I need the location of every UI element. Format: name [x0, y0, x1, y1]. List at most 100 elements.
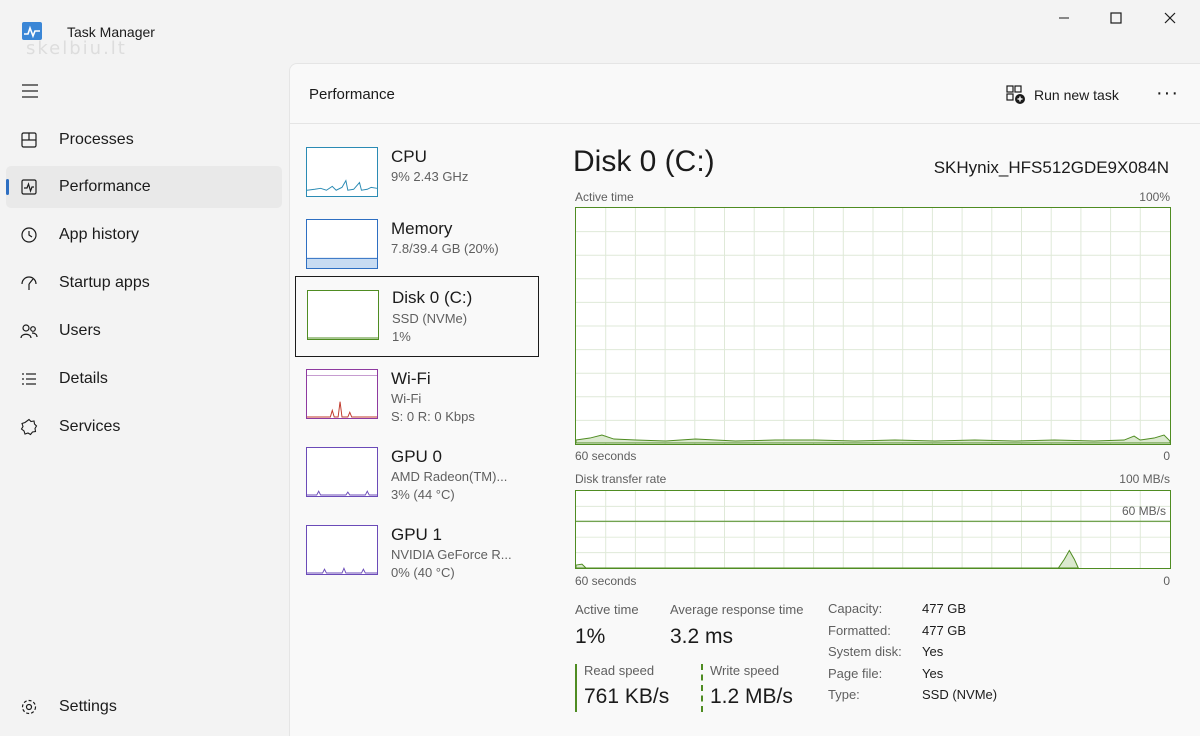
- write-speed-label: Write speed: [710, 663, 780, 678]
- property-key: Type:: [828, 687, 860, 702]
- gpu0-thumbnail-graph: [306, 447, 378, 497]
- transfer-rate-graph-max: 100 MB/s: [1119, 472, 1170, 486]
- write-speed-indicator: [701, 664, 703, 712]
- services-icon: [20, 418, 38, 436]
- sidebar-item-app-history[interactable]: App history: [6, 214, 282, 256]
- run-new-task-button[interactable]: Run new task: [1006, 83, 1119, 107]
- active-time-graph-label: Active time: [575, 190, 634, 204]
- title-bar: Task Manager skelbiu.lt: [0, 0, 1200, 60]
- property-key: System disk:: [828, 644, 902, 659]
- close-button[interactable]: [1150, 6, 1190, 30]
- wifi-thumbnail-graph: [306, 369, 378, 419]
- property-value: Yes: [922, 666, 944, 681]
- sidebar-item-startup-apps[interactable]: Startup apps: [6, 262, 282, 304]
- transfer-rate-graph-time: 60 seconds: [575, 574, 637, 588]
- sidebar-item-users[interactable]: Users: [6, 310, 282, 352]
- property-value: Yes: [922, 644, 944, 659]
- main-panel: Performance Run new task ··· CPU 9% 2.43…: [289, 63, 1200, 736]
- property-value: SSD (NVMe): [922, 687, 998, 702]
- resource-detail: NVIDIA GeForce R...: [391, 547, 512, 562]
- app-history-icon: [21, 227, 37, 243]
- active-time-value: 1%: [575, 625, 606, 648]
- resource-name: Disk 0 (C:): [392, 288, 473, 307]
- sidebar-item-label: Users: [59, 322, 101, 339]
- startup-apps-icon: [21, 276, 37, 290]
- property-key: Capacity:: [828, 601, 883, 616]
- sidebar-item-label: App history: [59, 226, 140, 243]
- sidebar-item-label: Processes: [59, 131, 134, 148]
- more-options-icon[interactable]: ···: [1156, 82, 1179, 105]
- details-icon: [22, 373, 36, 385]
- avg-response-label: Average response time: [670, 602, 804, 617]
- active-time-graph-time: 60 seconds: [575, 449, 637, 463]
- users-icon: [20, 324, 38, 339]
- resource-detail: Wi-Fi: [391, 391, 422, 406]
- read-speed-value: 761 KB/s: [584, 685, 670, 708]
- sidebar-item-processes[interactable]: Processes: [6, 119, 282, 161]
- resource-name: CPU: [391, 147, 427, 166]
- run-new-task-icon: [1006, 85, 1025, 104]
- resource-usage: 1%: [392, 329, 411, 344]
- sidebar-item-label: Services: [59, 418, 121, 435]
- resource-item-gpu0[interactable]: GPU 0 AMD Radeon(TM)... 3% (44 °C): [295, 439, 539, 521]
- active-time-graph: [575, 207, 1171, 445]
- read-speed-indicator: [575, 664, 577, 712]
- sidebar-item-settings[interactable]: Settings: [6, 686, 282, 728]
- disk-title: Disk 0 (C:): [573, 145, 715, 178]
- run-new-task-label: Run new task: [1034, 87, 1119, 103]
- property-value: 477 GB: [922, 623, 967, 638]
- sidebar-item-performance[interactable]: Performance: [6, 166, 282, 208]
- memory-thumbnail-graph: [306, 219, 378, 269]
- sidebar-item-label: Settings: [59, 698, 117, 715]
- active-indicator: [6, 179, 9, 195]
- write-speed-value: 1.2 MB/s: [710, 685, 793, 708]
- resource-detail: AMD Radeon(TM)...: [391, 469, 508, 484]
- hamburger-menu-icon[interactable]: [20, 82, 42, 100]
- resource-item-cpu[interactable]: CPU 9% 2.43 GHz: [295, 139, 539, 221]
- property-value: 477 GB: [922, 601, 967, 616]
- active-time-graph-min: 0: [1163, 449, 1170, 463]
- sidebar-item-services[interactable]: Services: [6, 406, 282, 448]
- active-time-label: Active time: [575, 602, 639, 617]
- resource-detail: 7.8/39.4 GB (20%): [391, 241, 499, 256]
- minimize-button[interactable]: [1044, 6, 1084, 30]
- gpu1-thumbnail-graph: [306, 525, 378, 575]
- resource-name: Memory: [391, 219, 453, 238]
- property-key: Formatted:: [828, 623, 891, 638]
- maximize-icon: [1110, 12, 1122, 24]
- sidebar-item-label: Startup apps: [59, 274, 150, 291]
- transfer-rate-graph: [575, 490, 1171, 569]
- watermark: skelbiu.lt: [26, 38, 127, 59]
- sidebar-item-label: Details: [59, 370, 108, 387]
- transfer-rate-graph-min: 0: [1163, 574, 1170, 588]
- resource-detail: SSD (NVMe): [392, 311, 468, 326]
- transfer-rate-graph-label: Disk transfer rate: [575, 472, 667, 486]
- resource-usage: S: 0 R: 0 Kbps: [391, 409, 475, 424]
- gear-icon: [21, 699, 37, 715]
- resource-detail: 9% 2.43 GHz: [391, 169, 469, 184]
- maximize-button[interactable]: [1096, 6, 1136, 30]
- page-header: Performance Run new task ···: [290, 64, 1200, 124]
- processes-icon: [21, 132, 37, 148]
- sidebar-item-label: Performance: [59, 178, 151, 195]
- cpu-thumbnail-graph: [306, 147, 378, 197]
- active-time-graph-max: 100%: [1139, 190, 1170, 204]
- sidebar-item-details[interactable]: Details: [6, 358, 282, 400]
- performance-icon: [21, 179, 37, 195]
- transfer-rate-line-label: 60 MB/s: [1121, 504, 1166, 518]
- close-icon: [1164, 12, 1176, 24]
- disk-thumbnail-graph: [307, 290, 379, 340]
- minimize-icon: [1059, 17, 1069, 19]
- avg-response-value: 3.2 ms: [670, 625, 734, 648]
- resource-name: Wi-Fi: [391, 369, 431, 388]
- resource-item-disk[interactable]: Disk 0 (C:) SSD (NVMe) 1%: [295, 276, 539, 357]
- resource-name: GPU 0: [391, 447, 443, 466]
- resource-name: GPU 1: [391, 525, 443, 544]
- resource-item-gpu1[interactable]: GPU 1 NVIDIA GeForce R... 0% (40 °C): [295, 517, 539, 599]
- resource-usage: 3% (44 °C): [391, 487, 455, 502]
- disk-model: SKHynix_HFS512GDE9X084N: [933, 158, 1169, 177]
- read-speed-label: Read speed: [584, 663, 655, 678]
- resource-usage: 0% (40 °C): [391, 565, 455, 580]
- property-key: Page file:: [828, 666, 883, 681]
- resource-item-wifi[interactable]: Wi-Fi Wi-Fi S: 0 R: 0 Kbps: [295, 361, 539, 443]
